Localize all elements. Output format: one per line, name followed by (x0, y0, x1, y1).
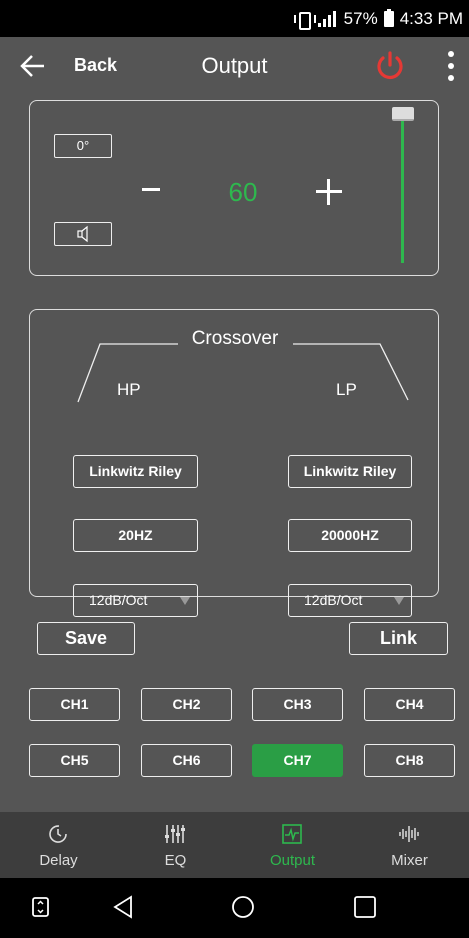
nav-label-delay: Delay (39, 852, 78, 869)
battery-icon (383, 9, 394, 27)
back-nav-icon[interactable] (112, 895, 134, 919)
recents-icon[interactable] (353, 895, 377, 919)
signal-icon (317, 11, 338, 27)
channel-button-ch4[interactable]: CH4 (364, 688, 455, 721)
top-app-bar: Back Output (0, 37, 469, 97)
channel-button-ch1[interactable]: CH1 (29, 688, 120, 721)
bottom-navigation: Delay EQ Output Mixer (0, 812, 469, 878)
channel-button-ch2[interactable]: CH2 (141, 688, 232, 721)
gain-value: 60 (228, 177, 258, 207)
gain-slider-track[interactable] (401, 119, 404, 263)
clock-icon (49, 825, 67, 843)
channel-button-ch6[interactable]: CH6 (141, 744, 232, 777)
nav-label-mixer: Mixer (391, 852, 428, 869)
hp-slope-select[interactable]: 12dB/Oct (73, 584, 198, 617)
clock-time: 4:33 PM (399, 9, 463, 28)
save-button[interactable]: Save (37, 622, 135, 655)
lp-label: LP (336, 380, 357, 399)
channel-button-ch3[interactable]: CH3 (252, 688, 343, 721)
gain-increase-button[interactable] (316, 179, 342, 205)
nav-label-eq: EQ (164, 852, 187, 869)
lp-slope-value: 12dB/Oct (304, 592, 363, 608)
status-bar: 57% 4:33 PM (0, 0, 469, 37)
nav-tab-eq[interactable]: EQ (117, 812, 234, 878)
lp-frequency[interactable]: 20000HZ (288, 519, 412, 552)
mute-button[interactable] (54, 222, 112, 246)
system-navigation-bar (0, 878, 469, 938)
link-button[interactable]: Link (349, 622, 448, 655)
crossover-panel: Crossover HP LP Linkwitz Riley Linkwitz … (29, 309, 439, 617)
gain-slider-thumb[interactable] (392, 107, 414, 121)
power-icon[interactable] (373, 49, 407, 83)
phase-button[interactable]: 0° (54, 134, 112, 158)
output-waveform-icon (282, 824, 302, 844)
app-switch-icon[interactable] (31, 896, 51, 918)
channel-button-ch8[interactable]: CH8 (364, 744, 455, 777)
nav-label-output: Output (269, 852, 316, 869)
battery-percent: 57% (343, 9, 378, 28)
lp-filter-type[interactable]: Linkwitz Riley (288, 455, 412, 488)
mixer-waveform-icon (399, 826, 419, 842)
status-indicators: 57% 4:33 PM (293, 9, 463, 30)
nav-tab-output[interactable]: Output (234, 812, 351, 878)
more-vert-icon[interactable] (446, 51, 456, 83)
hp-filter-type[interactable]: Linkwitz Riley (73, 455, 198, 488)
nav-tab-delay[interactable]: Delay (0, 812, 117, 878)
hp-label: HP (117, 380, 141, 399)
speaker-icon (77, 225, 88, 243)
crossover-diagram (77, 343, 409, 403)
hp-frequency[interactable]: 20HZ (73, 519, 198, 552)
channel-button-ch7[interactable]: CH7 (252, 744, 343, 777)
dropdown-arrow-icon (394, 597, 404, 605)
hp-slope-value: 12dB/Oct (89, 592, 148, 608)
dropdown-arrow-icon (180, 597, 190, 605)
lp-slope-select[interactable]: 12dB/Oct (288, 584, 412, 617)
home-icon[interactable] (231, 895, 255, 919)
nav-tab-mixer[interactable]: Mixer (351, 812, 468, 878)
gain-panel: 0° 60 (29, 100, 439, 276)
crossover-title: Crossover (191, 328, 279, 349)
gain-decrease-button[interactable] (140, 163, 166, 203)
app-screen: Back Output 0° 60 Crossover HP LP Linkwi… (0, 37, 469, 878)
channel-button-ch5[interactable]: CH5 (29, 744, 120, 777)
eq-sliders-icon (165, 825, 185, 843)
vibrate-icon (293, 10, 316, 30)
